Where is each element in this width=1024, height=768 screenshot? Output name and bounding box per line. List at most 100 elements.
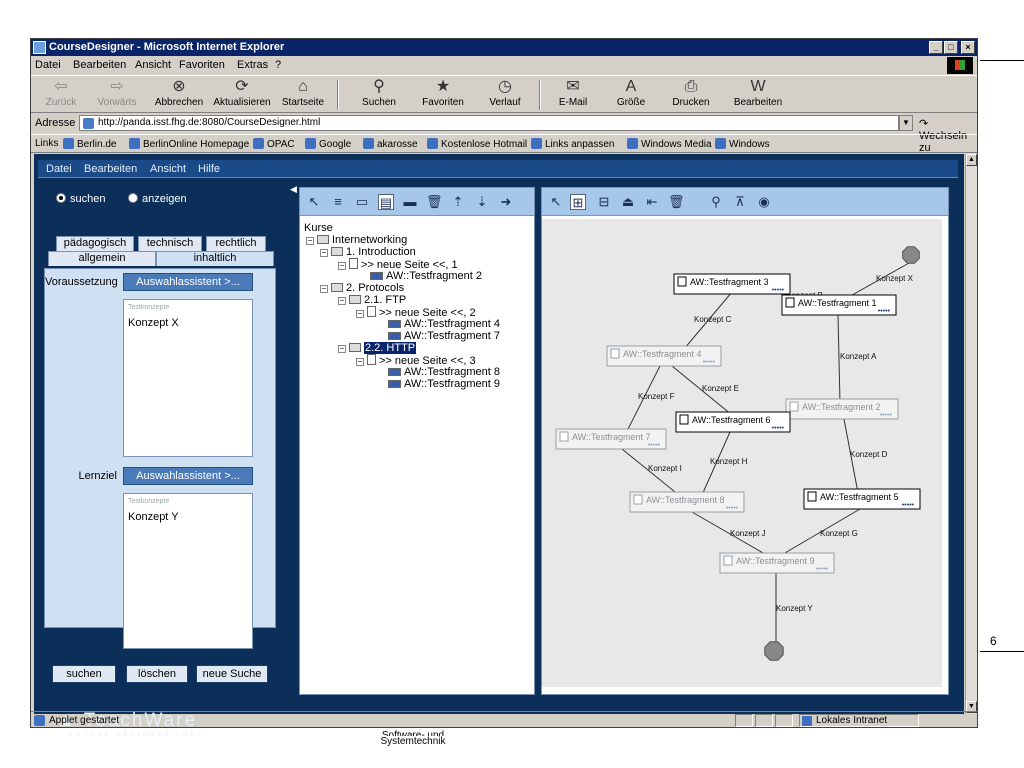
folder-icon[interactable]: ▭ — [354, 194, 370, 210]
tree-node-section-selected[interactable]: −2.2. HTTP — [338, 342, 417, 354]
prereq-concept-item[interactable]: Konzept X — [128, 317, 179, 329]
link-windows-media[interactable]: Windows Media — [627, 138, 712, 150]
link-berlinonline[interactable]: BerlinOnline Homepage — [129, 138, 249, 150]
tab-technisch[interactable]: technisch — [138, 236, 202, 251]
preview-eye-icon[interactable]: ◉ — [756, 194, 772, 210]
search-icon: ⚲ — [373, 78, 385, 95]
address-input[interactable]: http://panda.isst.fhg.de:8080/CourseDesi… — [79, 115, 899, 131]
trash-icon[interactable]: 🗑 — [426, 194, 443, 210]
print-button[interactable]: ⎙ Drucken — [663, 77, 719, 113]
goal-concept-item[interactable]: Konzept Y — [128, 511, 179, 523]
menu-datei[interactable]: Datei — [35, 59, 61, 71]
address-dropdown-button[interactable]: ▼ — [899, 115, 913, 131]
windows-logo-icon — [947, 57, 973, 74]
move-down-icon[interactable]: ⇣ — [474, 194, 490, 210]
new-search-button[interactable]: neue Suche — [196, 665, 268, 683]
tree-node-fragment[interactable]: AW::Testfragment 7 — [388, 330, 500, 342]
tree-node-section[interactable]: −2.1. FTP — [338, 294, 406, 306]
applet-menu-hilfe[interactable]: Hilfe — [198, 163, 220, 175]
course-icon[interactable]: ≡ — [330, 194, 346, 210]
goal-assistant-button[interactable]: Auswahlassistent >... — [123, 467, 253, 485]
font-size-button[interactable]: A Größe — [603, 77, 659, 113]
concept-graph[interactable]: Konzept XKonzept BKonzept CKonzept AKonz… — [542, 219, 942, 687]
menu-favoriten[interactable]: Favoriten — [179, 59, 225, 71]
menu-ansicht[interactable]: Ansicht — [135, 59, 171, 71]
tree-node-fragment[interactable]: AW::Testfragment 8 — [388, 366, 500, 378]
trash-icon[interactable]: 🗑 — [668, 194, 685, 210]
mail-button[interactable]: ✉ E-Mail — [545, 77, 601, 113]
home-button[interactable]: ⌂ Startseite — [275, 77, 331, 113]
maximize-button[interactable]: □ — [944, 41, 958, 54]
menu-bearbeiten[interactable]: Bearbeiten — [73, 59, 126, 71]
delete-button[interactable]: löschen — [126, 665, 188, 683]
add-fragment-icon[interactable]: ⊞ — [570, 194, 586, 210]
close-button[interactable]: × — [961, 41, 975, 54]
radio-suchen[interactable]: suchen — [56, 193, 105, 205]
minimize-button[interactable]: _ — [929, 41, 943, 54]
goal-concept-list[interactable]: Testkonzepte Konzept Y — [123, 493, 253, 649]
node-rating: ••••• — [902, 502, 915, 509]
pointer-icon[interactable]: ↖ — [548, 194, 564, 210]
tree-node-fragment[interactable]: AW::Testfragment 4 — [388, 318, 500, 330]
radio-anzeigen[interactable]: anzeigen — [128, 193, 187, 205]
graph-node-tf8[interactable]: AW::Testfragment 8••••• — [629, 491, 745, 513]
graph-node-tf1[interactable]: AW::Testfragment 1••••• — [781, 294, 897, 316]
forward-button[interactable]: ⇨ Vorwärts — [89, 77, 145, 113]
start-terminal-node[interactable] — [902, 246, 920, 264]
refresh-button[interactable]: ⟳ Aktualisieren — [209, 77, 275, 113]
back-button[interactable]: ⇦ Zurück — [33, 77, 89, 113]
graph-node-tf6[interactable]: AW::Testfragment 6••••• — [675, 411, 791, 433]
tree-node-chapter[interactable]: −2. Protocols — [320, 282, 404, 294]
tree-node-fragment[interactable]: AW::Testfragment 9 — [388, 378, 500, 390]
tree-root[interactable]: Kurse — [304, 222, 333, 234]
fragment-icon[interactable]: ▬ — [402, 194, 418, 210]
prereq-concept-list[interactable]: Testkonzepte Konzept X — [123, 299, 253, 457]
tab-paedagogisch[interactable]: pädagogisch — [56, 236, 134, 251]
link-hotmail[interactable]: Kostenlose Hotmail — [427, 138, 527, 150]
graph-node-tf5[interactable]: AW::Testfragment 5••••• — [803, 488, 921, 510]
link-berlin-de[interactable]: Berlin.de — [63, 138, 116, 150]
page-icon — [83, 118, 94, 129]
prereq-assistant-button[interactable]: Auswahlassistent >... — [123, 273, 253, 291]
edit-button[interactable]: W Bearbeiten — [727, 77, 789, 113]
menu-help[interactable]: ? — [275, 59, 281, 71]
favorites-button[interactable]: ★ Favoriten — [415, 77, 471, 113]
stop-button[interactable]: ⊗ Abbrechen — [149, 77, 209, 113]
graph-node-tf4[interactable]: AW::Testfragment 4••••• — [606, 345, 722, 367]
connect-icon[interactable]: ⇤ — [644, 194, 660, 210]
applet-menu-bearbeiten[interactable]: Bearbeiten — [84, 163, 137, 175]
applet-menu-datei[interactable]: Datei — [46, 163, 72, 175]
applet-menu-ansicht[interactable]: Ansicht — [150, 163, 186, 175]
import-icon[interactable]: ⏏ — [620, 194, 636, 210]
tree-node-course[interactable]: − Internetworking — [306, 234, 407, 246]
link-akarosse[interactable]: akarosse — [363, 138, 418, 150]
graph-node-tf9[interactable]: AW::Testfragment 9••••• — [719, 552, 835, 574]
vertical-scrollbar[interactable]: ▲ ▼ — [965, 154, 977, 714]
search-button[interactable]: ⚲ Suchen — [351, 77, 407, 113]
graph-node-tf2[interactable]: AW::Testfragment 2••••• — [785, 398, 899, 420]
tab-inhaltlich[interactable]: inhaltlich — [156, 251, 274, 266]
end-terminal-node[interactable] — [764, 641, 784, 661]
splitter-arrow-icon[interactable]: ◀ — [290, 184, 297, 195]
link-anpassen[interactable]: Links anpassen — [531, 138, 615, 150]
tab-allgemein[interactable]: allgemein — [48, 251, 156, 266]
group-icon[interactable]: ⊟ — [596, 194, 612, 210]
link-google[interactable]: Google — [305, 138, 351, 150]
tab-rechtlich[interactable]: rechtlich — [206, 236, 266, 251]
graph-node-tf7[interactable]: AW::Testfragment 7••••• — [555, 428, 667, 450]
history-button[interactable]: ◷ Verlauf — [477, 77, 533, 113]
presentation-icon[interactable]: ⊼ — [732, 194, 748, 210]
tree-node-chapter[interactable]: −1. Introduction — [320, 246, 416, 258]
tree-node-fragment[interactable]: AW::Testfragment 2 — [370, 270, 482, 282]
search-submit-button[interactable]: suchen — [52, 665, 116, 683]
graph-node-tf3[interactable]: AW::Testfragment 3••••• — [673, 273, 791, 295]
link-opac[interactable]: OPAC — [253, 138, 295, 150]
menu-extras[interactable]: Extras — [237, 59, 268, 71]
move-up-icon[interactable]: ⇡ — [450, 194, 466, 210]
pointer-icon[interactable]: ↖ — [306, 194, 322, 210]
link-windows[interactable]: Windows — [715, 138, 770, 150]
scroll-up-icon[interactable]: ▲ — [966, 154, 977, 166]
page-icon[interactable]: ▤ — [378, 194, 394, 210]
export-icon[interactable]: ➜ — [498, 194, 514, 210]
zoom-icon[interactable]: ⚲ — [708, 194, 724, 210]
